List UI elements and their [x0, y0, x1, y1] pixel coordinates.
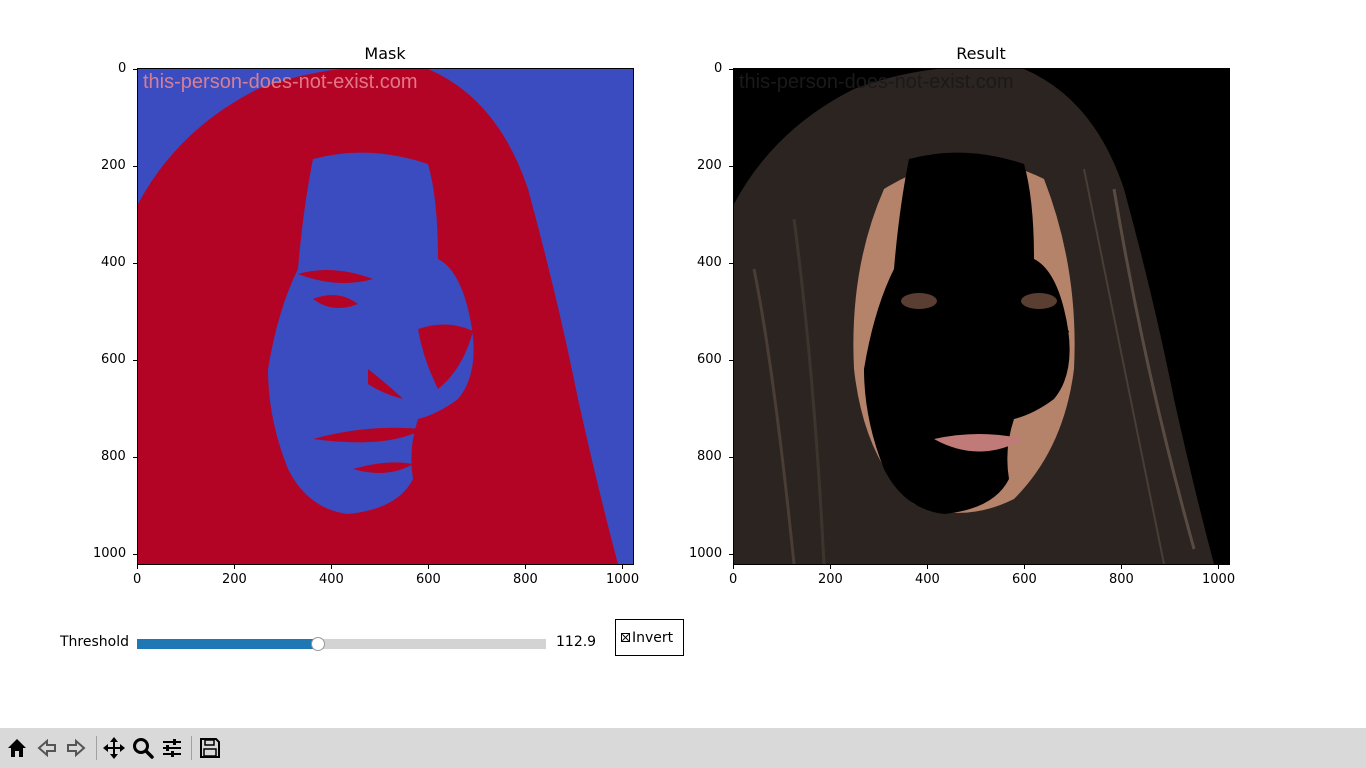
mask-ytick	[133, 360, 137, 361]
result-ytick	[729, 554, 733, 555]
figure-canvas: Mask this-person-does-not-exist.com 0 20…	[0, 0, 1366, 728]
result-watermark: this-person-does-not-exist.com	[739, 71, 1014, 93]
result-title: Result	[956, 44, 1006, 63]
mask-xtick-label: 600	[416, 572, 441, 587]
mask-image[interactable]: this-person-does-not-exist.com	[137, 68, 634, 565]
mask-xtick-label: 800	[513, 572, 538, 587]
forward-icon[interactable]	[64, 736, 88, 760]
mask-watermark: this-person-does-not-exist.com	[143, 71, 418, 93]
result-ytick-label: 800	[697, 449, 722, 464]
save-icon[interactable]	[198, 736, 222, 760]
mask-xtick	[234, 565, 235, 569]
mask-xtick	[622, 565, 623, 569]
configure-subplots-icon[interactable]	[160, 736, 184, 760]
result-xtick	[927, 565, 928, 569]
result-xtick	[733, 565, 734, 569]
result-ytick	[729, 457, 733, 458]
mask-xtick-label: 0	[133, 572, 142, 587]
mask-xtick-label: 1000	[606, 572, 640, 587]
mask-ytick	[133, 457, 137, 458]
result-ytick-label: 600	[697, 352, 722, 367]
result-ytick	[729, 69, 733, 70]
result-ytick-label: 0	[714, 61, 723, 76]
invert-checkbox[interactable]: Invert	[615, 619, 684, 656]
mask-ytick-label: 200	[101, 158, 126, 173]
result-xtick	[830, 565, 831, 569]
result-xtick-label: 200	[818, 572, 843, 587]
invert-label: Invert	[632, 629, 674, 646]
mask-ytick	[133, 554, 137, 555]
result-xtick	[1024, 565, 1025, 569]
result-ytick-label: 200	[697, 158, 722, 173]
mask-ytick-label: 0	[118, 61, 127, 76]
back-icon[interactable]	[35, 736, 59, 760]
result-xtick-label: 400	[915, 572, 940, 587]
toolbar-separator	[96, 736, 97, 760]
threshold-label: Threshold	[60, 634, 129, 650]
mask-ytick	[133, 69, 137, 70]
mask-ytick-label: 1000	[93, 546, 127, 561]
pan-icon[interactable]	[102, 736, 126, 760]
threshold-slider[interactable]	[137, 639, 546, 649]
mask-xtick	[428, 565, 429, 569]
mask-xtick	[525, 565, 526, 569]
mask-ytick-label: 400	[101, 255, 126, 270]
mask-ytick-label: 800	[101, 449, 126, 464]
mask-ytick-label: 600	[101, 352, 126, 367]
result-xtick-label: 0	[729, 572, 738, 587]
invert-check-icon[interactable]	[621, 633, 630, 642]
mask-image-graphic	[138, 69, 633, 564]
result-ytick	[729, 166, 733, 167]
result-image[interactable]: this-person-does-not-exist.com	[733, 68, 1230, 565]
result-xtick-label: 600	[1012, 572, 1037, 587]
threshold-slider-fill	[137, 639, 319, 649]
mask-xtick	[137, 565, 138, 569]
result-ytick-label: 400	[697, 255, 722, 270]
mask-xtick-label: 200	[222, 572, 247, 587]
mask-xtick-label: 400	[319, 572, 344, 587]
home-icon[interactable]	[5, 736, 29, 760]
mask-ytick	[133, 166, 137, 167]
zoom-icon[interactable]	[131, 736, 155, 760]
result-image-graphic	[734, 69, 1229, 564]
result-ytick-label: 1000	[689, 546, 723, 561]
mask-title: Mask	[364, 44, 406, 63]
result-ytick	[729, 263, 733, 264]
result-xtick	[1121, 565, 1122, 569]
result-xtick-label: 800	[1109, 572, 1134, 587]
mask-xtick	[331, 565, 332, 569]
navigation-toolbar	[0, 728, 1366, 768]
result-xtick	[1218, 565, 1219, 569]
threshold-value: 112.9	[556, 634, 597, 650]
toolbar-separator	[191, 736, 192, 760]
result-ytick	[729, 360, 733, 361]
result-xtick-label: 1000	[1202, 572, 1236, 587]
mask-ytick	[133, 263, 137, 264]
